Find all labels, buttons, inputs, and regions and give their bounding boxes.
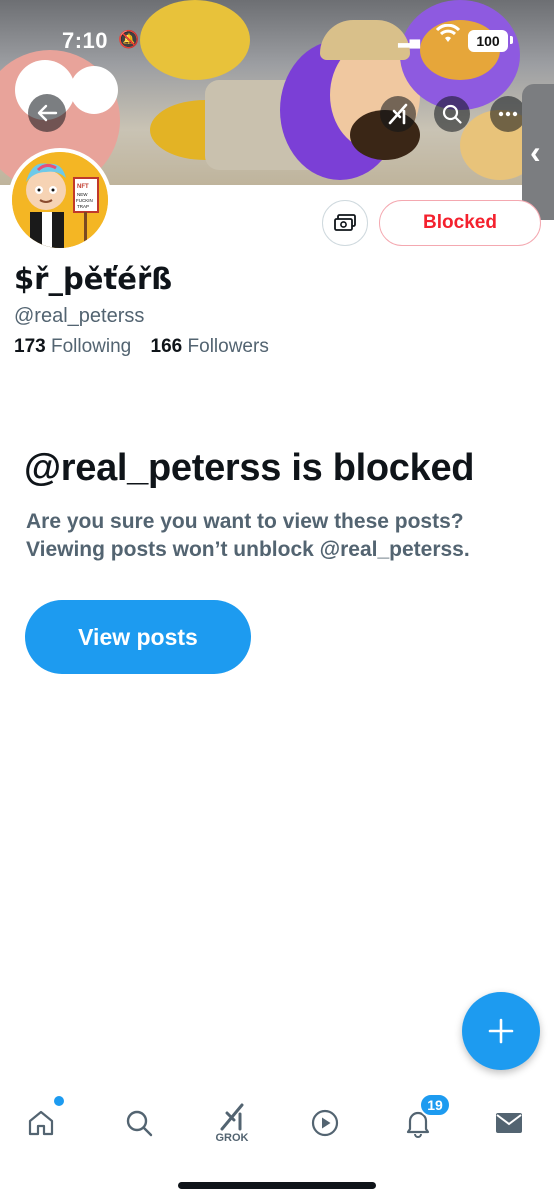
blocked-button[interactable]: Blocked bbox=[379, 200, 541, 246]
search-icon[interactable] bbox=[434, 96, 470, 132]
view-posts-button[interactable]: View posts bbox=[25, 600, 251, 674]
search-icon bbox=[126, 1110, 153, 1137]
avatar[interactable]: NFT NEW FUCKIN TRAP bbox=[8, 148, 112, 252]
followers-label: Followers bbox=[187, 336, 269, 357]
tip-money-button[interactable] bbox=[322, 200, 368, 246]
following-count: 173 bbox=[14, 336, 46, 357]
arrow-left-icon[interactable] bbox=[28, 94, 66, 132]
nav-messages[interactable] bbox=[484, 1098, 534, 1148]
status-bar: 7:10 🔕 ▂▄ 100 bbox=[0, 0, 554, 60]
followers-count: 166 bbox=[150, 336, 183, 357]
battery-indicator: 100 bbox=[468, 30, 508, 52]
nav-search[interactable] bbox=[114, 1098, 164, 1148]
avatar-image: NFT NEW FUCKIN TRAP bbox=[12, 152, 108, 248]
notifications-badge: 19 bbox=[419, 1093, 451, 1117]
svg-text:NEW: NEW bbox=[77, 192, 88, 197]
side-panel-tab[interactable]: ‹ bbox=[522, 84, 554, 220]
blocked-description: Are you sure you want to view these post… bbox=[26, 510, 470, 561]
status-time: 7:10 bbox=[62, 28, 109, 53]
more-horizontal-icon[interactable] bbox=[490, 96, 526, 132]
chevron-left-icon: ‹ bbox=[530, 133, 541, 170]
silent-bell-icon: 🔕 bbox=[118, 30, 140, 49]
wifi-icon bbox=[435, 23, 461, 50]
battery-tip bbox=[510, 36, 513, 44]
home-icon bbox=[28, 1110, 54, 1136]
following-label: Following bbox=[50, 336, 132, 357]
following-link[interactable]: 173 Following bbox=[14, 336, 131, 357]
nav-grok[interactable]: GROK bbox=[207, 1098, 257, 1148]
display-name: $ř_þěťéřß bbox=[14, 262, 173, 296]
mail-icon bbox=[496, 1113, 522, 1133]
svg-text:NFT: NFT bbox=[77, 184, 89, 190]
blocked-title: @real_peterss is blocked bbox=[24, 447, 475, 489]
home-notification-dot bbox=[54, 1096, 64, 1106]
plus-icon bbox=[488, 1018, 514, 1044]
home-indicator[interactable] bbox=[178, 1182, 376, 1189]
money-icon bbox=[334, 214, 356, 231]
grok-label: GROK bbox=[215, 1131, 249, 1144]
nav-video[interactable] bbox=[300, 1098, 350, 1148]
svg-text:TRAP: TRAP bbox=[77, 204, 89, 209]
video-icon bbox=[311, 1109, 339, 1137]
profile-handle: @real_peterss bbox=[14, 305, 145, 327]
signal-icon: ▂▄ bbox=[398, 31, 421, 48]
follow-stats: 173 Following 166 Followers bbox=[14, 336, 269, 358]
svg-text:FUCKIN: FUCKIN bbox=[76, 198, 93, 203]
followers-link[interactable]: 166 Followers bbox=[151, 336, 269, 357]
grok-icon bbox=[220, 1103, 244, 1130]
grok-icon[interactable] bbox=[380, 96, 416, 132]
compose-button[interactable] bbox=[462, 992, 540, 1070]
